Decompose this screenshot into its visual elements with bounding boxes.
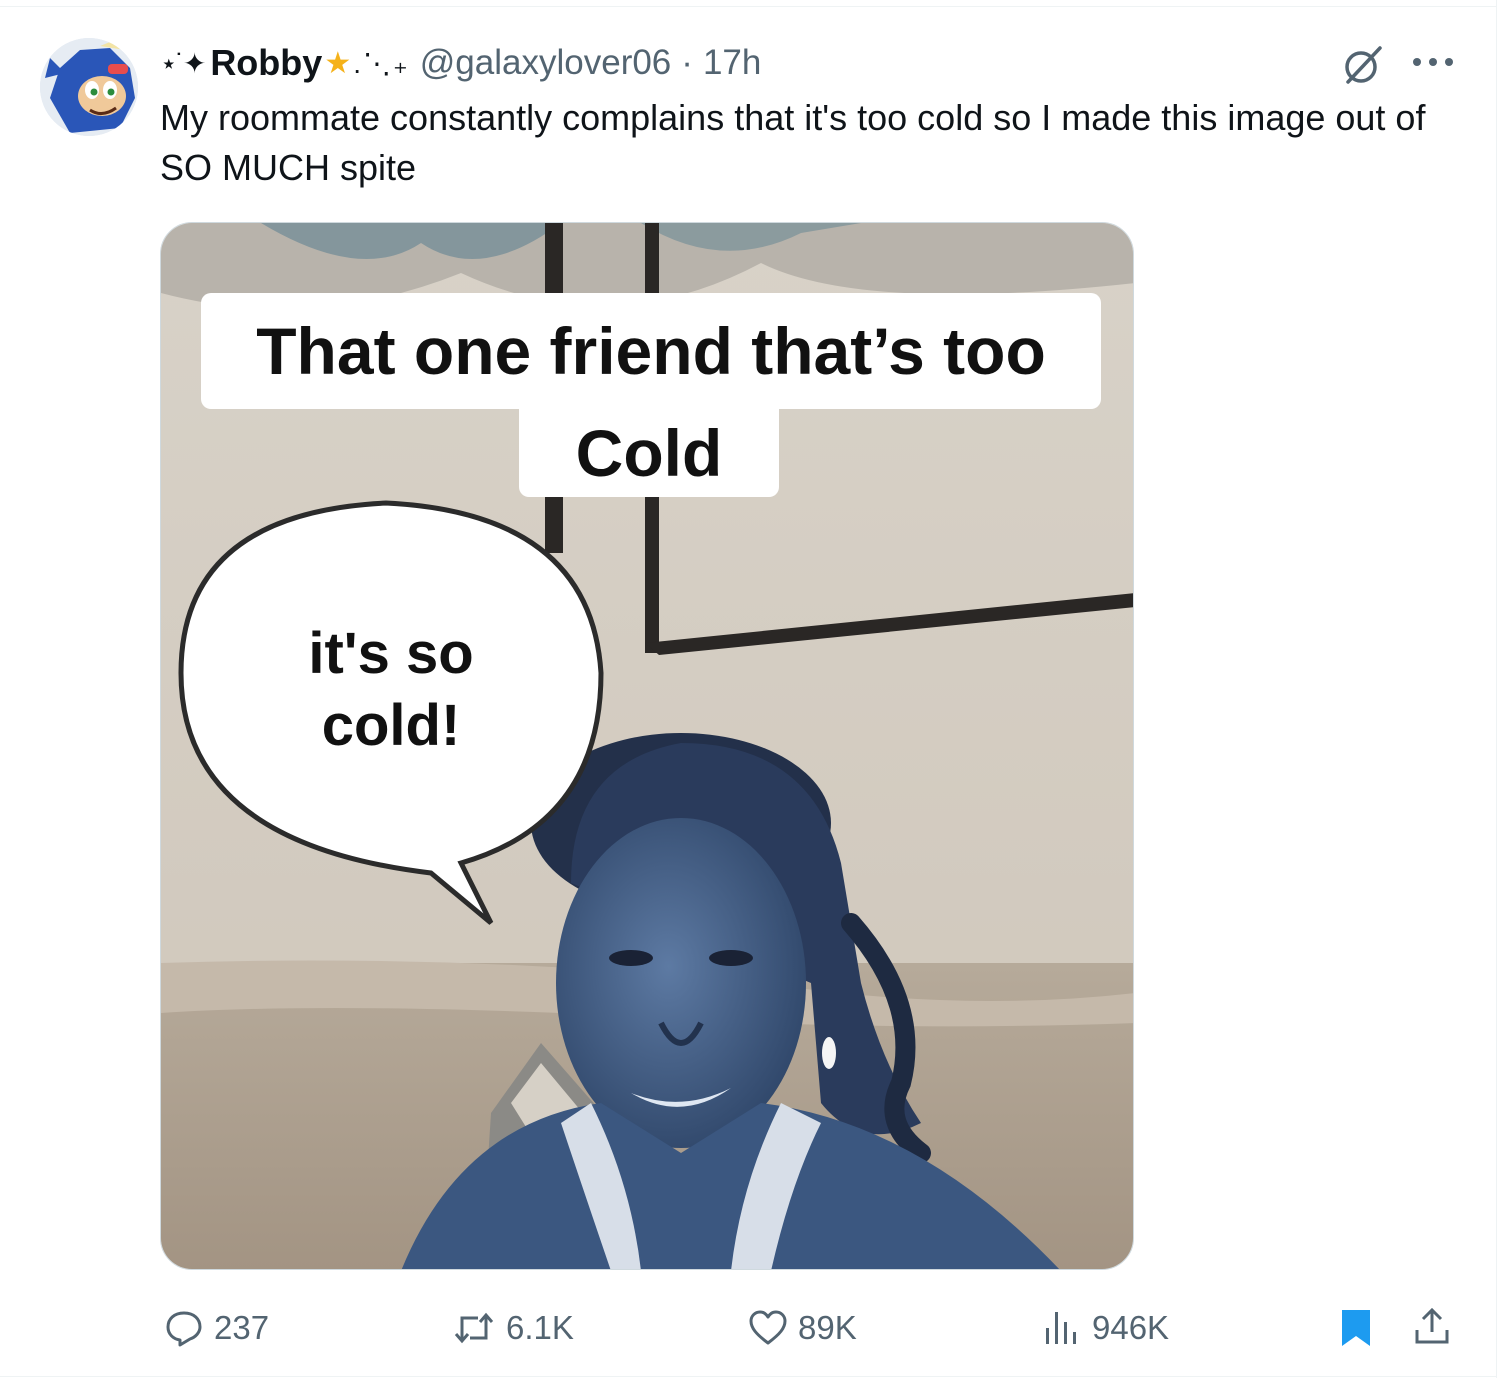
avatar[interactable] (40, 38, 138, 136)
bookmark-icon[interactable] (1336, 1306, 1376, 1350)
views-icon (1046, 1312, 1076, 1344)
views-button[interactable]: 946K (1042, 1306, 1169, 1350)
header-separator: · (681, 43, 693, 82)
more-icon[interactable] (1408, 46, 1458, 78)
speech-bubble-line-1: it's so (308, 621, 474, 686)
share-icon[interactable] (1412, 1304, 1452, 1348)
tweet-header: ⋆˙✦ Robby ★ .⋱₊ @galaxylover06 · 17h (160, 38, 761, 88)
tweet-text: My roommate constantly complains that it… (160, 97, 1426, 188)
top-divider (0, 6, 1496, 7)
reply-button[interactable]: 237 (164, 1306, 269, 1350)
tweet-media[interactable]: That one friend that’s too Cold it's so … (160, 222, 1134, 1270)
meme-caption-bottom: Cold (519, 409, 779, 497)
star-icon: ★ (324, 46, 352, 80)
user-handle[interactable]: @galaxylover06 (420, 43, 672, 83)
name-decoration-left: ⋆˙✦ (160, 47, 206, 79)
timestamp[interactable]: 17h (703, 43, 761, 83)
grok-icon[interactable] (1340, 42, 1386, 88)
reply-icon (166, 1311, 202, 1347)
avatar-image (40, 38, 138, 136)
repost-icon (454, 1312, 494, 1344)
like-button[interactable]: 89K (748, 1306, 857, 1350)
bottom-divider (0, 1376, 1496, 1377)
right-divider (1496, 0, 1497, 1378)
speech-bubble-line-2: cold! (321, 693, 461, 758)
name-decoration-right: .⋱₊ (353, 47, 410, 79)
like-icon (749, 1310, 787, 1345)
display-name[interactable]: Robby (210, 42, 322, 84)
like-count: 89K (798, 1309, 857, 1346)
meme-caption-top: That one friend that’s too (201, 293, 1101, 409)
reply-count: 237 (214, 1309, 270, 1346)
repost-count: 6.1K (506, 1309, 574, 1346)
views-count: 946K (1092, 1309, 1170, 1346)
repost-button[interactable]: 6.1K (452, 1306, 574, 1350)
speech-bubble-text: it's so cold! (271, 618, 511, 762)
